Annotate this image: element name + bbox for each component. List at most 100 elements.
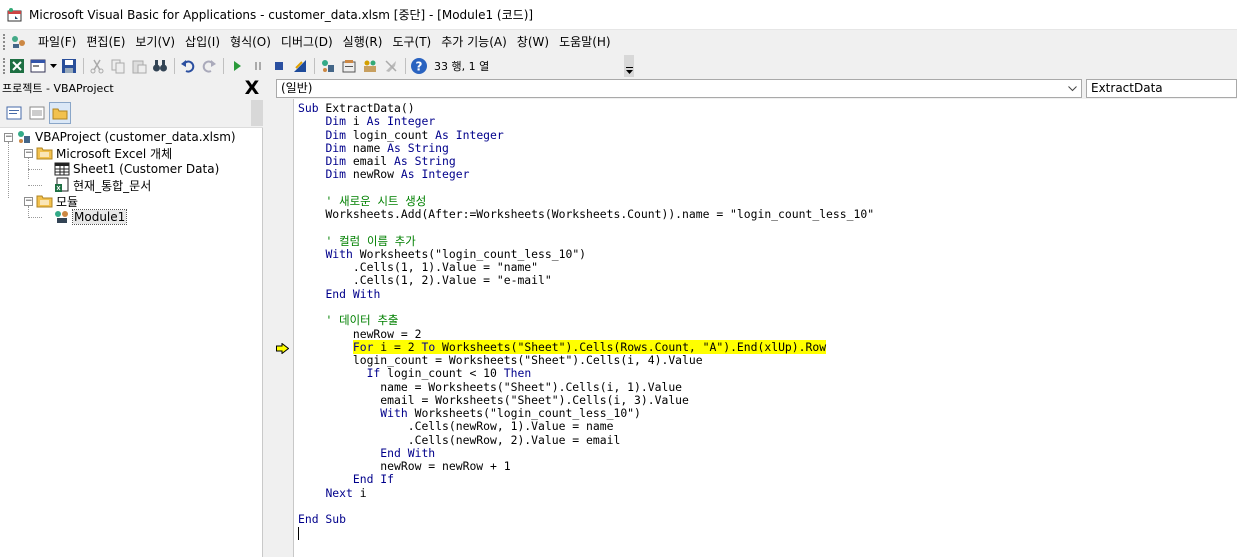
code-line[interactable]: Dim email As String <box>298 154 1228 168</box>
excel-view-icon[interactable] <box>7 56 27 76</box>
toggle-folders-button[interactable] <box>49 101 71 124</box>
collapse-icon[interactable]: − <box>4 132 13 142</box>
menu-edit[interactable]: 편집(E) <box>81 32 130 52</box>
code-line[interactable]: Dim login_count As Integer <box>298 128 1228 142</box>
code-line[interactable]: End With <box>298 446 1228 460</box>
help-icon[interactable]: ? <box>409 56 429 76</box>
code-line[interactable]: If login_count < 10 Then <box>298 367 1228 381</box>
toolbar-grip[interactable] <box>3 34 7 50</box>
collapse-icon[interactable]: − <box>24 196 33 206</box>
chevron-down-icon[interactable] <box>1064 80 1081 97</box>
insert-userform-icon[interactable] <box>28 56 48 76</box>
save-icon[interactable] <box>59 56 79 76</box>
redo-icon[interactable] <box>199 56 219 76</box>
cut-icon[interactable] <box>87 56 107 76</box>
code-line[interactable]: Worksheets.Add(After:=Worksheets(Workshe… <box>298 207 1228 221</box>
object-browser-icon[interactable] <box>360 56 380 76</box>
code-line[interactable]: With Worksheets("login_count_less_10") <box>298 247 1228 261</box>
code-line[interactable]: newRow = newRow + 1 <box>298 459 1228 473</box>
code-line[interactable] <box>298 500 1228 513</box>
menu-file[interactable]: 파일(F) <box>33 32 81 52</box>
code-line[interactable] <box>298 221 1228 234</box>
project-explorer: 프로젝트 - VBAProject X − VBAProject (custom… <box>0 78 263 557</box>
tree-node-modules[interactable]: − 모듈 <box>24 193 78 209</box>
tree-node-thisworkbook[interactable]: 현재_통합_문서 <box>54 177 151 193</box>
break-icon[interactable] <box>248 56 268 76</box>
code-line[interactable]: name = Worksheets("Sheet").Cells(i, 1).V… <box>298 380 1228 394</box>
menu-insert[interactable]: 삽입(I) <box>180 32 225 52</box>
code-line[interactable]: For i = 2 To Worksheets("Sheet").Cells(R… <box>298 339 1228 354</box>
view-code-button[interactable] <box>3 102 25 124</box>
menu-tools[interactable]: 도구(T) <box>387 32 436 52</box>
menu-addins[interactable]: 추가 기능(A) <box>436 32 512 52</box>
project-explorer-toolbar <box>0 98 263 128</box>
code-line[interactable]: ' 컬럼 이름 추가 <box>298 234 1228 248</box>
project-explorer-icon[interactable] <box>318 56 338 76</box>
menu-view[interactable]: 보기(V) <box>130 32 180 52</box>
collapse-icon[interactable]: − <box>24 148 33 158</box>
code-line[interactable]: Next i <box>298 486 1228 500</box>
tree-node-excel-objects[interactable]: − Microsoft Excel 개체 <box>24 145 172 161</box>
code-line[interactable]: .Cells(newRow, 1).Value = name <box>298 420 1228 434</box>
toolbar-options-button[interactable] <box>624 55 634 77</box>
code-line[interactable] <box>298 182 1228 195</box>
menu-debug[interactable]: 디버그(D) <box>276 32 338 52</box>
code-line[interactable]: End If <box>298 473 1228 486</box>
code-line[interactable]: Dim i As Integer <box>298 114 1228 128</box>
menu-format[interactable]: 형식(O) <box>225 32 276 52</box>
tree-label: VBAProject (customer_data.xlsm) <box>35 130 236 144</box>
project-explorer-header: 프로젝트 - VBAProject X <box>0 78 263 98</box>
view-object-button[interactable] <box>26 102 48 124</box>
code-line[interactable]: ' 새로운 시트 생성 <box>298 194 1228 208</box>
margin-indicator-bar[interactable] <box>270 99 294 557</box>
toolbox-icon[interactable] <box>381 56 401 76</box>
code-line[interactable]: End With <box>298 287 1228 301</box>
close-button[interactable]: X <box>243 79 261 98</box>
tree-node-module1[interactable]: Module1 <box>54 209 128 225</box>
code-line[interactable]: Sub ExtractData() <box>298 101 1228 115</box>
project-explorer-title: 프로젝트 - VBAProject <box>2 82 114 95</box>
code-line[interactable] <box>298 301 1228 314</box>
menu-window[interactable]: 창(W) <box>512 32 554 52</box>
code-line[interactable]: email = Worksheets("Sheet").Cells(i, 3).… <box>298 393 1228 407</box>
code-line[interactable]: .Cells(newRow, 2).Value = email <box>298 433 1228 447</box>
code-line[interactable]: .Cells(1, 2).Value = "e-mail" <box>298 274 1228 288</box>
reset-icon[interactable] <box>269 56 289 76</box>
code-line[interactable]: newRow = 2 <box>298 327 1228 341</box>
execution-pointer-icon <box>276 343 289 354</box>
undo-icon[interactable] <box>178 56 198 76</box>
code-line[interactable]: login_count = Worksheets("Sheet").Cells(… <box>298 353 1228 367</box>
tree-label: Microsoft Excel 개체 <box>56 146 173 161</box>
code-line[interactable]: End Sub <box>298 513 1228 526</box>
tree-line <box>8 142 9 198</box>
menu-help[interactable]: 도움말(H) <box>554 32 616 52</box>
vba-app-icon <box>7 7 22 21</box>
title-bar: Microsoft Visual Basic for Applications … <box>0 0 1237 30</box>
design-mode-icon[interactable] <box>290 56 310 76</box>
code-line[interactable]: Dim name As String <box>298 141 1228 155</box>
code-line[interactable]: Dim newRow As Integer <box>298 168 1228 182</box>
code-editor[interactable]: Sub ExtractData() Dim i As Integer Dim l… <box>298 101 1228 527</box>
code-line[interactable]: ' 데이터 추출 <box>298 314 1228 327</box>
menu-run[interactable]: 실행(R) <box>338 32 388 52</box>
code-line[interactable]: .Cells(1, 1).Value = "name" <box>298 260 1228 274</box>
tree-label: Sheet1 (Customer Data) <box>73 162 220 176</box>
tree-label: 현재_통합_문서 <box>73 178 152 193</box>
code-line[interactable]: With Worksheets("login_count_less_10") <box>298 406 1228 420</box>
tree-label: Module1 <box>71 209 128 225</box>
pane-scroll-button[interactable] <box>251 100 263 126</box>
tree-node-vbaproject[interactable]: − VBAProject (customer_data.xlsm) <box>4 129 236 145</box>
paste-icon[interactable] <box>129 56 149 76</box>
procedure-combobox[interactable]: ExtractData <box>1086 79 1237 98</box>
properties-icon[interactable] <box>339 56 359 76</box>
tree-node-sheet1[interactable]: Sheet1 (Customer Data) <box>54 161 219 177</box>
run-icon[interactable] <box>227 56 247 76</box>
toolbar-separator <box>314 58 315 74</box>
object-combobox[interactable]: (일반) <box>276 79 1082 98</box>
procedure-combobox-value: ExtractData <box>1091 81 1163 95</box>
svg-text:?: ? <box>416 60 423 74</box>
vba-project-icon[interactable] <box>10 34 28 50</box>
find-icon[interactable] <box>150 56 170 76</box>
copy-icon[interactable] <box>108 56 128 76</box>
dropdown-arrow-icon[interactable] <box>49 56 58 76</box>
